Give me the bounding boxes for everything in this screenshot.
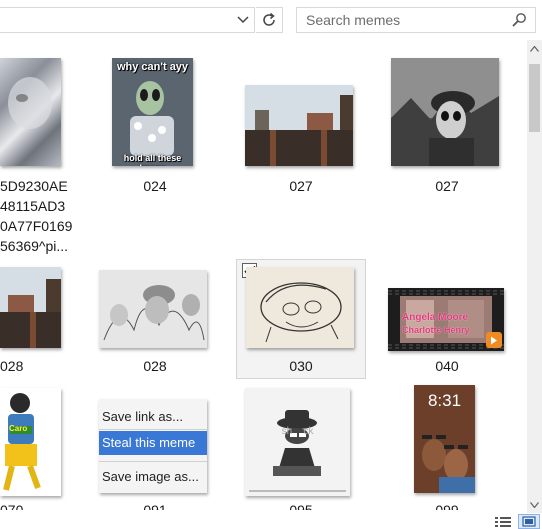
search-box[interactable] <box>296 7 536 33</box>
thumbnail <box>99 270 207 348</box>
context-menu-item: Steal this meme <box>99 431 207 455</box>
thumbnail <box>245 85 353 166</box>
thumbnail <box>246 267 354 348</box>
thumbnail <box>0 58 61 166</box>
thumbnail: Caro <box>0 388 61 496</box>
file-name: 027 <box>435 178 459 194</box>
scroll-up-icon[interactable] <box>527 40 542 57</box>
chevron-down-icon[interactable] <box>235 11 251 29</box>
file-name: 024 <box>143 178 167 194</box>
context-menu-item: Save link as... <box>102 409 183 424</box>
badge-text: Caro <box>9 424 28 433</box>
watermark-text: sh ck <box>281 426 314 437</box>
file-name: 099 <box>435 502 459 510</box>
vertical-scrollbar[interactable] <box>527 40 542 513</box>
meme-caption-top: why can't ayy <box>116 61 189 73</box>
refresh-button[interactable] <box>256 7 283 33</box>
scrollbar-thumb[interactable] <box>529 64 540 132</box>
file-item[interactable]: 027 <box>236 40 366 200</box>
file-name: 040 <box>435 358 459 374</box>
scroll-down-icon[interactable] <box>527 496 542 513</box>
file-item[interactable]: Save link as... Steal this meme Save ima… <box>90 383 220 510</box>
file-item[interactable]: Angela Moore Charlotte Henry 040 <box>382 262 512 377</box>
file-item[interactable]: why can't ayy hold all these lmaos 024 <box>90 40 220 200</box>
file-item[interactable]: 5D9230AE 48115AD3 0A77F0169 56369^pi... <box>0 40 90 255</box>
thumbnail: sh ck <box>245 388 350 496</box>
details-view-icon[interactable] <box>492 514 514 529</box>
thumbnail <box>0 267 61 348</box>
thumbnail <box>391 58 499 166</box>
file-item[interactable]: sh ck 095 <box>236 383 366 510</box>
thumbnail: Angela Moore Charlotte Henry <box>388 288 504 351</box>
file-item[interactable]: 027 <box>382 40 512 200</box>
file-name: 028 <box>143 358 167 374</box>
file-item[interactable]: 028 <box>0 262 90 377</box>
file-item[interactable]: Caro 070 <box>0 383 90 510</box>
refresh-icon <box>263 12 275 26</box>
file-name: 095 <box>289 502 313 510</box>
thumbnail: Save link as... Steal this meme Save ima… <box>99 399 207 493</box>
search-input[interactable] <box>297 8 507 32</box>
search-icon[interactable] <box>511 12 527 28</box>
address-bar[interactable] <box>0 7 255 33</box>
meme-caption-bottom: hold all these lmaos <box>123 153 182 166</box>
file-item[interactable]: 028 <box>90 262 220 377</box>
status-bar <box>0 513 542 529</box>
lock-time: 8:31 <box>427 391 462 410</box>
explorer-window: 5D9230AE 48115AD3 0A77F0169 56369^pi... … <box>0 0 542 529</box>
context-menu-item: Save image as... <box>102 469 199 484</box>
video-overlay-text: Angela Moore <box>402 312 469 323</box>
thumbnail: why can't ayy hold all these lmaos <box>112 58 193 166</box>
file-name: 027 <box>289 178 313 194</box>
file-name: 091 <box>143 502 167 510</box>
large-icons-view-icon[interactable] <box>518 514 540 529</box>
file-item[interactable]: 030 <box>236 259 366 379</box>
file-item[interactable]: 8:31 099 <box>382 383 512 510</box>
file-name: 030 <box>289 358 313 374</box>
video-overlay-text: Charlotte Henry <box>402 325 470 335</box>
thumbnail: 8:31 <box>414 385 475 493</box>
file-grid: 5D9230AE 48115AD3 0A77F0169 56369^pi... … <box>0 40 526 510</box>
play-icon <box>486 332 502 348</box>
